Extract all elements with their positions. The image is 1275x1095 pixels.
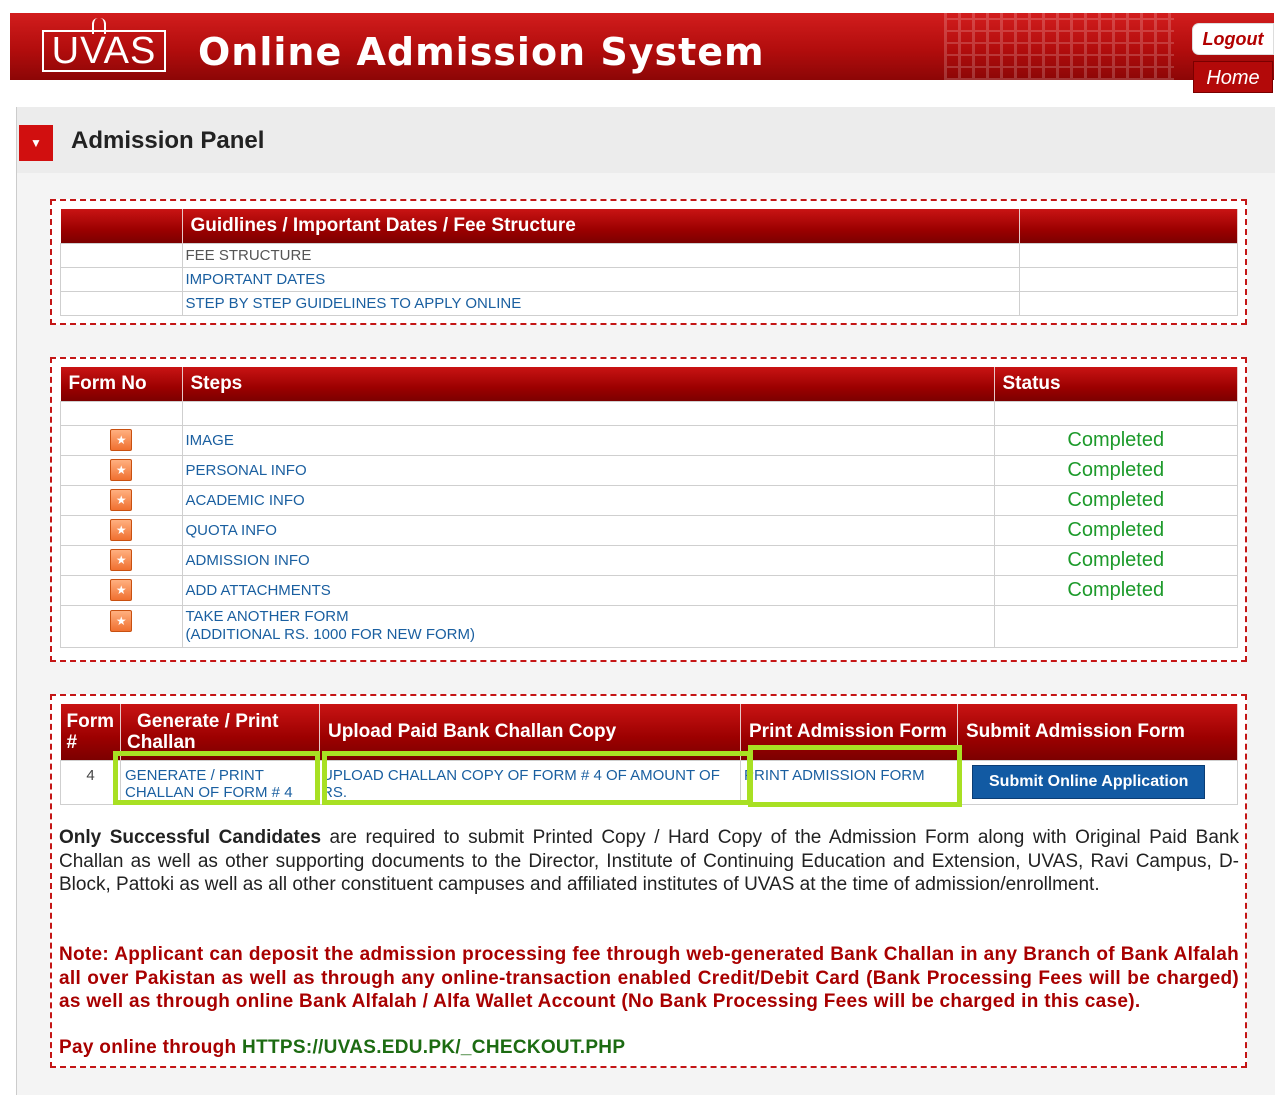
- step-status: Completed: [993, 514, 1238, 546]
- step-star-icon: ★: [110, 549, 133, 571]
- panel-title: Admission Panel: [71, 127, 265, 154]
- step-academic-info-link[interactable]: ACADEMIC INFO: [181, 484, 995, 516]
- step-row: ★ ADD ATTACHMENTS Completed: [60, 574, 1238, 606]
- step-star-icon: ★: [110, 429, 133, 451]
- guidelines-link[interactable]: STEP BY STEP GUIDELINES TO APPLY ONLINE: [181, 290, 1020, 316]
- step-star-icon: ★: [110, 459, 133, 481]
- guidelines-header-blank-right: [1019, 209, 1238, 243]
- checkout-link[interactable]: HTTPS://UVAS.EDU.PK/_CHECKOUT.PHP: [242, 1037, 625, 1058]
- important-dates-link[interactable]: IMPORTANT DATES: [181, 266, 1020, 292]
- step-row: ★ PERSONAL INFO Completed: [60, 454, 1238, 486]
- take-another-form-note: (ADDITIONAL RS. 1000 FOR NEW FORM): [185, 626, 475, 643]
- guidelines-heading: Guidlines / Important Dates / Fee Struct…: [182, 209, 1020, 243]
- caduceus-icon: [92, 18, 106, 34]
- highlight-print: [748, 745, 962, 807]
- take-another-form-label: TAKE ANOTHER FORM: [185, 608, 349, 625]
- payment-note: Note: Applicant can deposit the admissio…: [59, 944, 1239, 1012]
- submit-online-application-button[interactable]: Submit Online Application: [972, 765, 1206, 799]
- header-building-image: [944, 13, 1174, 80]
- take-another-form-link[interactable]: TAKE ANOTHER FORM (ADDITIONAL RS. 1000 FO…: [181, 604, 995, 648]
- steps-table: Form No Steps Status ★ IMAGE Completed ★…: [60, 367, 1238, 648]
- step-status: Completed: [993, 454, 1238, 486]
- step-status: [993, 604, 1238, 648]
- step-admission-info-link[interactable]: ADMISSION INFO: [181, 544, 995, 576]
- logout-button[interactable]: Logout: [1193, 24, 1273, 54]
- form-number: 4: [60, 759, 121, 805]
- pay-online-prefix: Pay online through: [59, 1037, 243, 1058]
- instructions-lead: Only Successful Candidates: [59, 827, 322, 848]
- fee-structure-link[interactable]: FEE STRUCTURE: [181, 242, 1020, 268]
- step-row: ★ TAKE ANOTHER FORM (ADDITIONAL RS. 1000 …: [60, 604, 1238, 648]
- step-personal-info-link[interactable]: PERSONAL INFO: [181, 454, 995, 486]
- step-status: Completed: [993, 424, 1238, 456]
- home-button[interactable]: Home: [1193, 61, 1273, 93]
- app-title: Online Admission System: [198, 30, 765, 74]
- step-image-link[interactable]: IMAGE: [181, 424, 995, 456]
- highlight-challan: [113, 751, 320, 805]
- step-quota-info-link[interactable]: QUOTA INFO: [181, 514, 995, 546]
- step-star-icon: ★: [110, 489, 133, 511]
- pay-online-line: Pay online through HTTPS://UVAS.EDU.PK/_…: [59, 1036, 1239, 1060]
- collapse-toggle-icon[interactable]: ▼: [19, 125, 53, 161]
- step-row: ★ ACADEMIC INFO Completed: [60, 484, 1238, 516]
- step-row: ★ ADMISSION INFO Completed: [60, 544, 1238, 576]
- uvas-logo: UVAS: [42, 18, 166, 72]
- step-row: ★ QUOTA INFO Completed: [60, 514, 1238, 546]
- highlight-upload: [322, 751, 752, 805]
- guidelines-box: Guidlines / Important Dates / Fee Struct…: [50, 199, 1247, 325]
- panel-header: ▼ Admission Panel: [17, 107, 1275, 173]
- step-star-icon: ★: [110, 519, 133, 541]
- forms-header-submit: Submit Admission Form: [957, 704, 1238, 760]
- step-status: Completed: [993, 544, 1238, 576]
- steps-box: Form No Steps Status ★ IMAGE Completed ★…: [50, 357, 1247, 662]
- step-add-attachments-link[interactable]: ADD ATTACHMENTS: [181, 574, 995, 606]
- step-status: Completed: [993, 484, 1238, 516]
- step-status: Completed: [993, 574, 1238, 606]
- step-row: ★ IMAGE Completed: [60, 424, 1238, 456]
- steps-header-status: Status: [994, 367, 1238, 401]
- step-star-icon: ★: [110, 609, 133, 632]
- step-star-icon: ★: [110, 579, 133, 601]
- logo-text: UVAS: [51, 30, 157, 72]
- guidelines-table: Guidlines / Important Dates / Fee Struct…: [60, 209, 1238, 316]
- forms-header-form-no: Form #: [60, 704, 121, 760]
- steps-header-form-no: Form No: [60, 367, 183, 401]
- submission-instructions: Only Successful Candidates are required …: [59, 826, 1239, 897]
- steps-header-steps: Steps: [182, 367, 995, 401]
- guidelines-header-blank: [60, 209, 183, 243]
- app-header: UVAS Online Admission System: [10, 13, 1274, 80]
